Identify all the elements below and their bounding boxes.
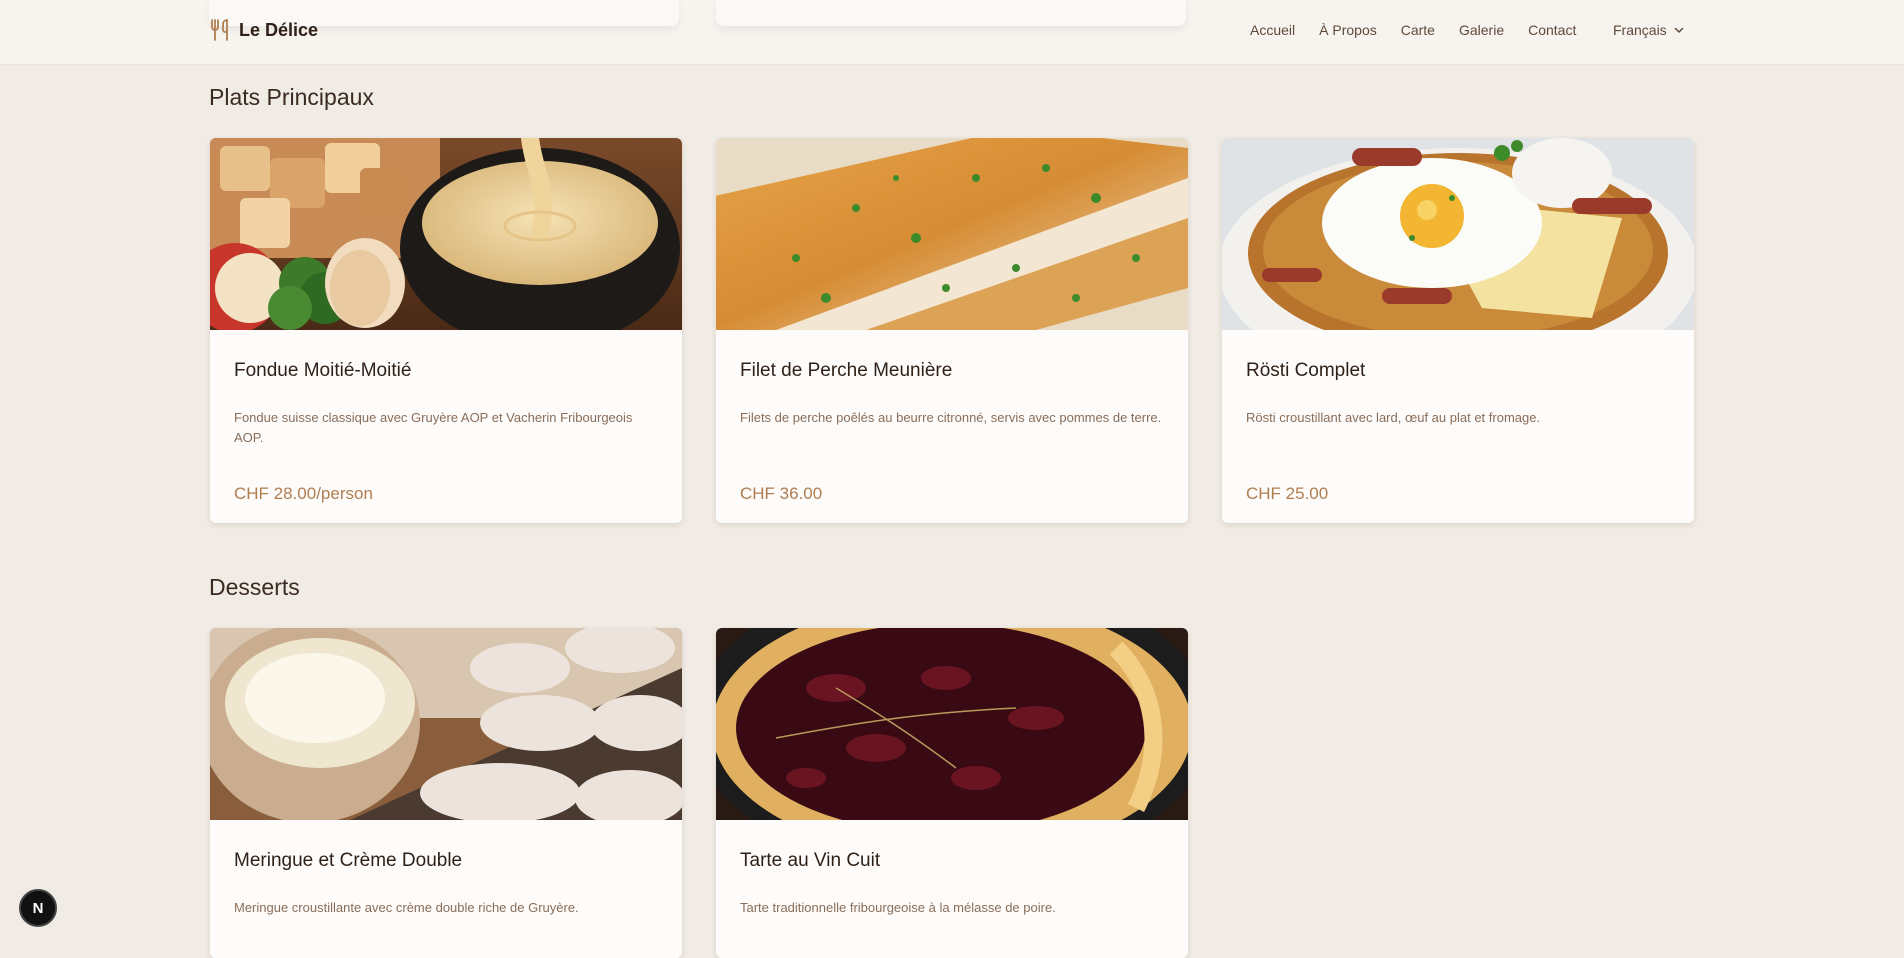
menu-card-rosti[interactable]: Rösti Complet Rösti croustillant avec la… — [1222, 138, 1694, 523]
nav-a-propos[interactable]: À Propos — [1319, 22, 1377, 38]
nav-carte[interactable]: Carte — [1401, 22, 1435, 38]
language-selector[interactable]: Français — [1613, 22, 1685, 38]
dish-description: Filets de perche poêlés au beurre citron… — [740, 410, 1162, 425]
brand-name: Le Délice — [239, 19, 319, 40]
fish-fillet-image — [716, 138, 1188, 330]
menu-card-fondue[interactable]: Fondue Moitié-Moitié Fondue suisse class… — [210, 138, 682, 523]
dish-name: Rösti Complet — [1246, 360, 1366, 381]
dish-description: Tarte traditionnelle fribourgeoise à la … — [740, 900, 1056, 915]
dish-name: Meringue et Crème Double — [234, 850, 463, 871]
dev-tools-badge[interactable]: N — [19, 889, 57, 927]
menu-card-tarte-vin-cuit[interactable]: Tarte au Vin Cuit Tarte traditionnelle f… — [716, 628, 1188, 958]
utensils-icon — [211, 19, 228, 41]
nav-contact[interactable]: Contact — [1528, 22, 1576, 38]
dish-description: Rösti croustillant avec lard, œuf au pla… — [1246, 410, 1541, 425]
section-title-desserts: Desserts — [209, 574, 300, 600]
dish-price: CHF 25.00 — [1246, 484, 1329, 503]
tart-image — [716, 628, 1188, 820]
menu-card-meringue[interactable]: Meringue et Crème Double Meringue croust… — [210, 628, 682, 958]
main-nav: Accueil À Propos Carte Galerie Contact — [1226, 22, 1576, 38]
menu-card-filet-de-perche[interactable]: Filet de Perche Meunière Filets de perch… — [716, 138, 1188, 523]
brand-logo[interactable]: Le Délice — [209, 18, 318, 42]
nav-galerie[interactable]: Galerie — [1459, 22, 1504, 38]
rosti-image — [1222, 138, 1694, 330]
chevron-down-icon — [1674, 27, 1683, 34]
dish-description: Fondue suisse classique avec Gruyère AOP… — [234, 410, 633, 445]
site-header: Le Délice Accueil À Propos Carte Galerie… — [0, 0, 1904, 64]
fondue-image — [210, 138, 682, 330]
dish-price: CHF 36.00 — [740, 484, 823, 503]
meringue-image — [210, 628, 682, 820]
dish-name: Fondue Moitié-Moitié — [234, 360, 412, 381]
scrolled-card-edge — [716, 0, 1186, 26]
language-label: Français — [1613, 22, 1667, 38]
dish-price: CHF 28.00/person — [234, 484, 373, 503]
section-title-plats-principaux: Plats Principaux — [209, 84, 374, 110]
dish-description: Meringue croustillante avec crème double… — [234, 900, 579, 915]
nav-accueil[interactable]: Accueil — [1250, 22, 1295, 38]
dish-name: Tarte au Vin Cuit — [740, 850, 881, 871]
dish-name: Filet de Perche Meunière — [740, 360, 953, 381]
